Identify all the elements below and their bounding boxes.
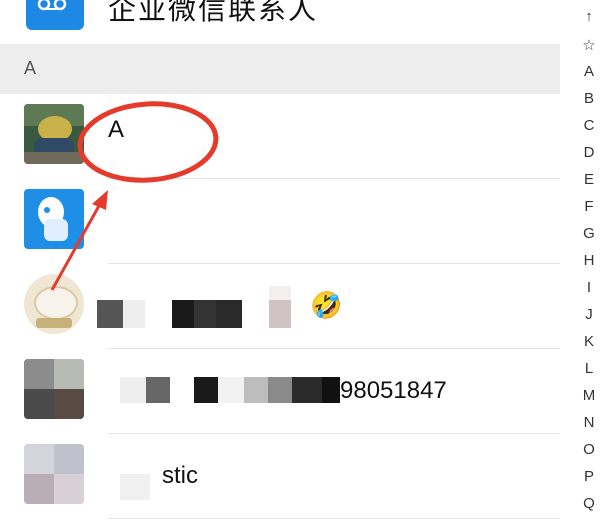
- contact-name-suffix: stic: [162, 462, 198, 489]
- index-scroll-top-icon[interactable]: ↑: [578, 8, 600, 25]
- contact-name: A: [108, 116, 125, 143]
- alphabet-index-bar[interactable]: ↑ ☆ A B C D E F G H I J K L M N O P Q: [578, 0, 600, 523]
- avatar-photo-plush: [24, 104, 84, 164]
- contact-row[interactable]: A: [0, 94, 560, 179]
- index-letter[interactable]: C: [578, 117, 600, 134]
- wecom-icon: [26, 0, 84, 30]
- section-header: A: [0, 44, 560, 94]
- wecom-contacts-row[interactable]: 企业微信联系人: [0, 0, 560, 43]
- index-letter[interactable]: G: [578, 225, 600, 242]
- index-letter[interactable]: L: [578, 360, 600, 377]
- index-letter[interactable]: F: [578, 198, 600, 215]
- redacted-name: [120, 474, 160, 500]
- contact-row[interactable]: 🤣: [0, 264, 560, 349]
- index-star-icon[interactable]: ☆: [578, 36, 600, 54]
- contact-row[interactable]: [0, 179, 560, 264]
- index-letter[interactable]: A: [578, 63, 600, 80]
- avatar-blurred-photo: [24, 359, 84, 419]
- index-letter[interactable]: K: [578, 333, 600, 350]
- index-letter[interactable]: N: [578, 414, 600, 431]
- index-letter[interactable]: J: [578, 306, 600, 323]
- index-letter[interactable]: O: [578, 441, 600, 458]
- redacted-name: [120, 377, 340, 403]
- avatar-round-sticker: [24, 274, 84, 334]
- index-letter[interactable]: M: [578, 387, 600, 404]
- contact-row[interactable]: 98051847: [0, 349, 560, 434]
- index-letter[interactable]: D: [578, 144, 600, 161]
- index-letter[interactable]: I: [578, 279, 600, 296]
- avatar-blurred-gray: [24, 444, 84, 504]
- index-letter[interactable]: E: [578, 171, 600, 188]
- divider: [108, 518, 560, 519]
- redacted-name: [97, 286, 307, 328]
- wecom-contacts-label: 企业微信联系人: [108, 0, 319, 25]
- index-letter[interactable]: P: [578, 468, 600, 485]
- contact-emoji: 🤣: [310, 290, 343, 320]
- section-letter: A: [24, 58, 37, 78]
- index-letter[interactable]: B: [578, 90, 600, 107]
- contact-name-suffix: 98051847: [340, 377, 447, 404]
- avatar-blue-cartoon: [24, 189, 84, 249]
- contact-row[interactable]: stic: [0, 434, 560, 519]
- index-letter[interactable]: Q: [578, 495, 600, 512]
- index-letter[interactable]: H: [578, 252, 600, 269]
